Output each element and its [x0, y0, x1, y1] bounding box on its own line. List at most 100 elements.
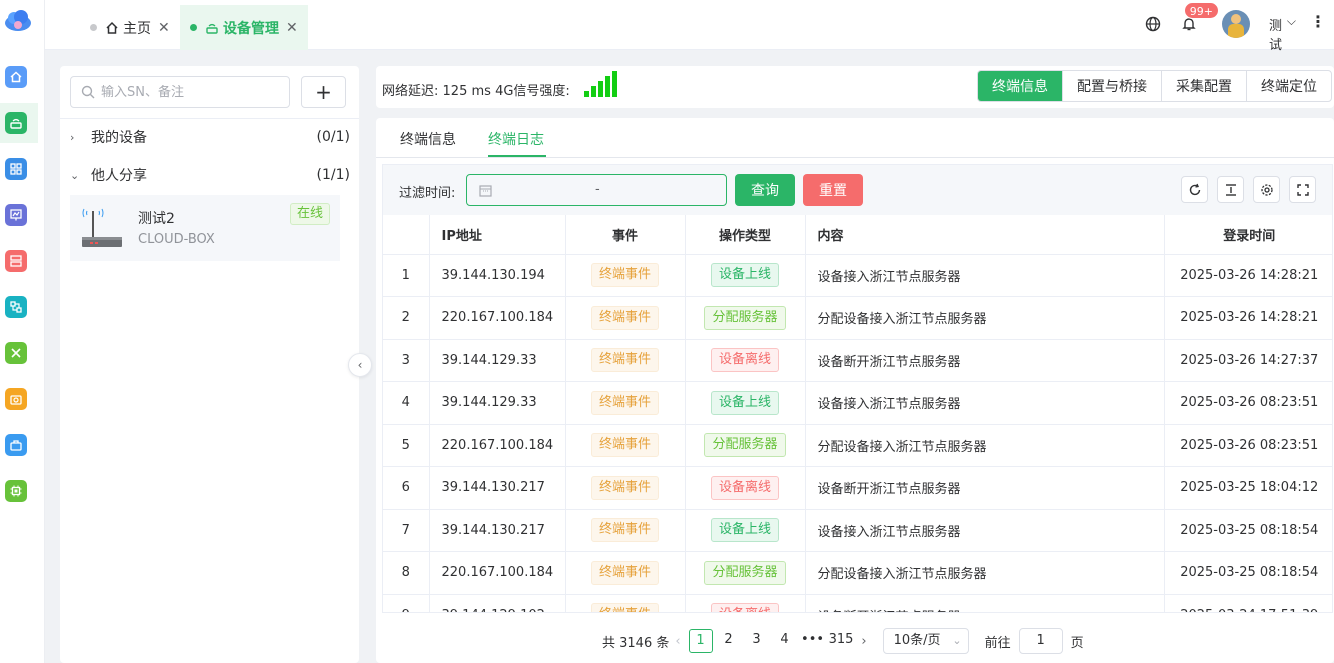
- rail-item-chip[interactable]: [5, 480, 27, 502]
- event-cell: 终端事件: [565, 551, 686, 595]
- device-item[interactable]: 测试2 CLOUD-BOX 在线: [70, 195, 340, 261]
- chevron-down-icon[interactable]: ⌵: [1287, 14, 1296, 29]
- segment-tab[interactable]: 配置与桥接: [1062, 71, 1161, 101]
- event-cell: 终端事件: [565, 509, 686, 552]
- table-row[interactable]: 1 39.144.130.194 终端事件 设备上线 设备接入浙江节点服务器 2025-0…: [383, 254, 1332, 297]
- signal-bar: [612, 71, 617, 97]
- user-name[interactable]: 测试: [1269, 15, 1282, 53]
- event-tag: 终端事件: [590, 390, 659, 415]
- reset-button[interactable]: 重置: [803, 174, 863, 206]
- tab-home[interactable]: 主页 ✕: [90, 5, 170, 50]
- operation-type-tag: 分配服务器: [704, 560, 786, 585]
- row-number: 7: [383, 509, 430, 552]
- more-pages-icon[interactable]: •••: [801, 629, 825, 653]
- close-icon[interactable]: ✕: [286, 20, 298, 36]
- rail-item-server[interactable]: [5, 250, 27, 272]
- connect-icon: [10, 301, 22, 313]
- tab-device-management[interactable]: 设备管理 ✕: [180, 5, 308, 50]
- group-count: (1/1): [316, 167, 350, 183]
- group-my-devices[interactable]: › 我的设备 (0/1): [70, 121, 350, 153]
- page-number[interactable]: 315: [829, 629, 854, 653]
- date-range-picker[interactable]: -: [466, 174, 727, 206]
- event-cell: 终端事件: [565, 381, 686, 425]
- ip-address: 39.144.130.217: [429, 466, 566, 510]
- column-header: 内容: [805, 215, 1165, 255]
- page-number[interactable]: 4: [773, 629, 797, 653]
- collapse-panel-button[interactable]: ‹: [348, 353, 372, 377]
- signal-bar: [598, 81, 603, 97]
- rail-item-briefcase[interactable]: [5, 434, 27, 456]
- segment-tab[interactable]: 终端定位: [1246, 71, 1331, 101]
- search-box[interactable]: [70, 76, 290, 108]
- page-number[interactable]: 3: [745, 629, 769, 653]
- goto-page-input[interactable]: 1: [1018, 628, 1063, 654]
- ip-address: 39.144.129.33: [429, 339, 566, 382]
- rail-item-home[interactable]: [5, 66, 27, 88]
- refresh-button[interactable]: [1181, 176, 1208, 203]
- column-header: 登录时间: [1164, 215, 1332, 255]
- column-header: 事件: [565, 215, 686, 255]
- table-row[interactable]: 2 220.167.100.184 终端事件 分配服务器 分配设备接入浙江节点服务器 20…: [383, 296, 1332, 340]
- segment-tab[interactable]: 终端信息: [978, 71, 1062, 101]
- row-number: 9: [383, 594, 430, 612]
- settings-button[interactable]: [1253, 176, 1280, 203]
- group-label: 他人分享: [91, 168, 147, 184]
- table-row[interactable]: 8 220.167.100.184 终端事件 分配服务器 分配设备接入浙江节点服务器 20…: [383, 551, 1332, 595]
- rail-item-tools[interactable]: [5, 342, 27, 364]
- router-icon: [10, 118, 22, 129]
- tab-status-dot: [190, 24, 197, 31]
- segment-tab[interactable]: 采集配置: [1161, 71, 1246, 101]
- search-input[interactable]: [101, 84, 271, 100]
- table-row[interactable]: 5 220.167.100.184 终端事件 分配服务器 分配设备接入浙江节点服务器 20…: [383, 424, 1332, 467]
- row-number: 4: [383, 381, 430, 425]
- group-label: 我的设备: [91, 130, 147, 146]
- event-tag: 终端事件: [590, 603, 659, 612]
- avatar[interactable]: [1222, 10, 1250, 38]
- column-height-button[interactable]: [1217, 176, 1244, 203]
- sub-tabs: 终端信息 终端日志: [376, 118, 1334, 158]
- column-header: [383, 215, 430, 255]
- type-cell: 设备上线: [685, 509, 806, 552]
- login-time: 2025-03-25 08:18:54: [1164, 551, 1332, 595]
- ip-address: 220.167.100.184: [429, 551, 566, 595]
- page-number[interactable]: 1: [688, 629, 713, 653]
- globe-icon[interactable]: [1145, 16, 1161, 32]
- page-size-select[interactable]: 10条/页 ⌄: [882, 628, 969, 654]
- tab-terminal-log[interactable]: 终端日志: [488, 129, 544, 149]
- active-tab-indicator: [488, 155, 546, 157]
- rail-item-camera[interactable]: [5, 388, 27, 410]
- next-page-icon[interactable]: ›: [861, 634, 866, 649]
- table-row[interactable]: 7 39.144.130.217 终端事件 设备上线 设备接入浙江节点服务器 2025-0…: [383, 509, 1332, 552]
- prev-page-icon[interactable]: ‹: [675, 634, 680, 649]
- row-number: 3: [383, 339, 430, 382]
- router-icon: [206, 23, 218, 34]
- signal-strength-icon: [584, 71, 617, 97]
- page-list: 1 2 3 4 ••• 315: [687, 629, 856, 653]
- login-time: 2025-03-26 14:27:37: [1164, 339, 1332, 382]
- log-table: IP地址 事件 操作类型 内容 登录时间 1 39.144.130.194 终端事件…: [383, 215, 1332, 612]
- pagination: 共 3146 条 ‹ 1 2 3 4 ••• 315 › 10条/页 ⌄ 前往 1 页: [602, 628, 1084, 654]
- add-device-button[interactable]: +: [301, 76, 346, 108]
- rail-item-chart[interactable]: [5, 204, 27, 226]
- group-shared-devices[interactable]: ⌄ 他人分享 (1/1): [70, 159, 350, 191]
- query-button[interactable]: 查询: [735, 174, 795, 206]
- close-icon[interactable]: ✕: [158, 20, 170, 36]
- page-number[interactable]: 2: [717, 629, 741, 653]
- content-cell: 设备接入浙江节点服务器: [805, 509, 1165, 552]
- divider: [60, 118, 359, 119]
- table-row[interactable]: 939.144.129.102 终端事件 设备离线 设备断开浙江节点服务器2025-0…: [383, 594, 1332, 612]
- log-table-container: 过滤时间: - 查询 重置 IP地址 事件 操作类型 内容 登录时间 1 39.…: [382, 164, 1333, 613]
- content-cell: 分配设备接入浙江节点服务器: [805, 424, 1165, 467]
- fullscreen-button[interactable]: [1289, 176, 1316, 203]
- tab-terminal-info[interactable]: 终端信息: [400, 129, 456, 149]
- table-row[interactable]: 3 39.144.129.33 终端事件 设备离线 设备断开浙江节点服务器 2025-03…: [383, 339, 1332, 382]
- filter-bar: 过滤时间: - 查询 重置: [383, 165, 1332, 215]
- rail-item-connect[interactable]: [5, 296, 27, 318]
- rail-item-grid[interactable]: [5, 158, 27, 180]
- more-vertical-icon[interactable]: ⋮: [1310, 12, 1326, 31]
- table-row[interactable]: 6 39.144.130.217 终端事件 设备离线 设备断开浙江节点服务器 2025-0…: [383, 466, 1332, 510]
- rail-item-router[interactable]: [5, 112, 27, 134]
- table-row[interactable]: 4 39.144.129.33 终端事件 设备上线 设备接入浙江节点服务器 2025-03…: [383, 381, 1332, 425]
- signal-bar: [591, 86, 596, 97]
- operation-type-tag: 分配服务器: [704, 433, 786, 458]
